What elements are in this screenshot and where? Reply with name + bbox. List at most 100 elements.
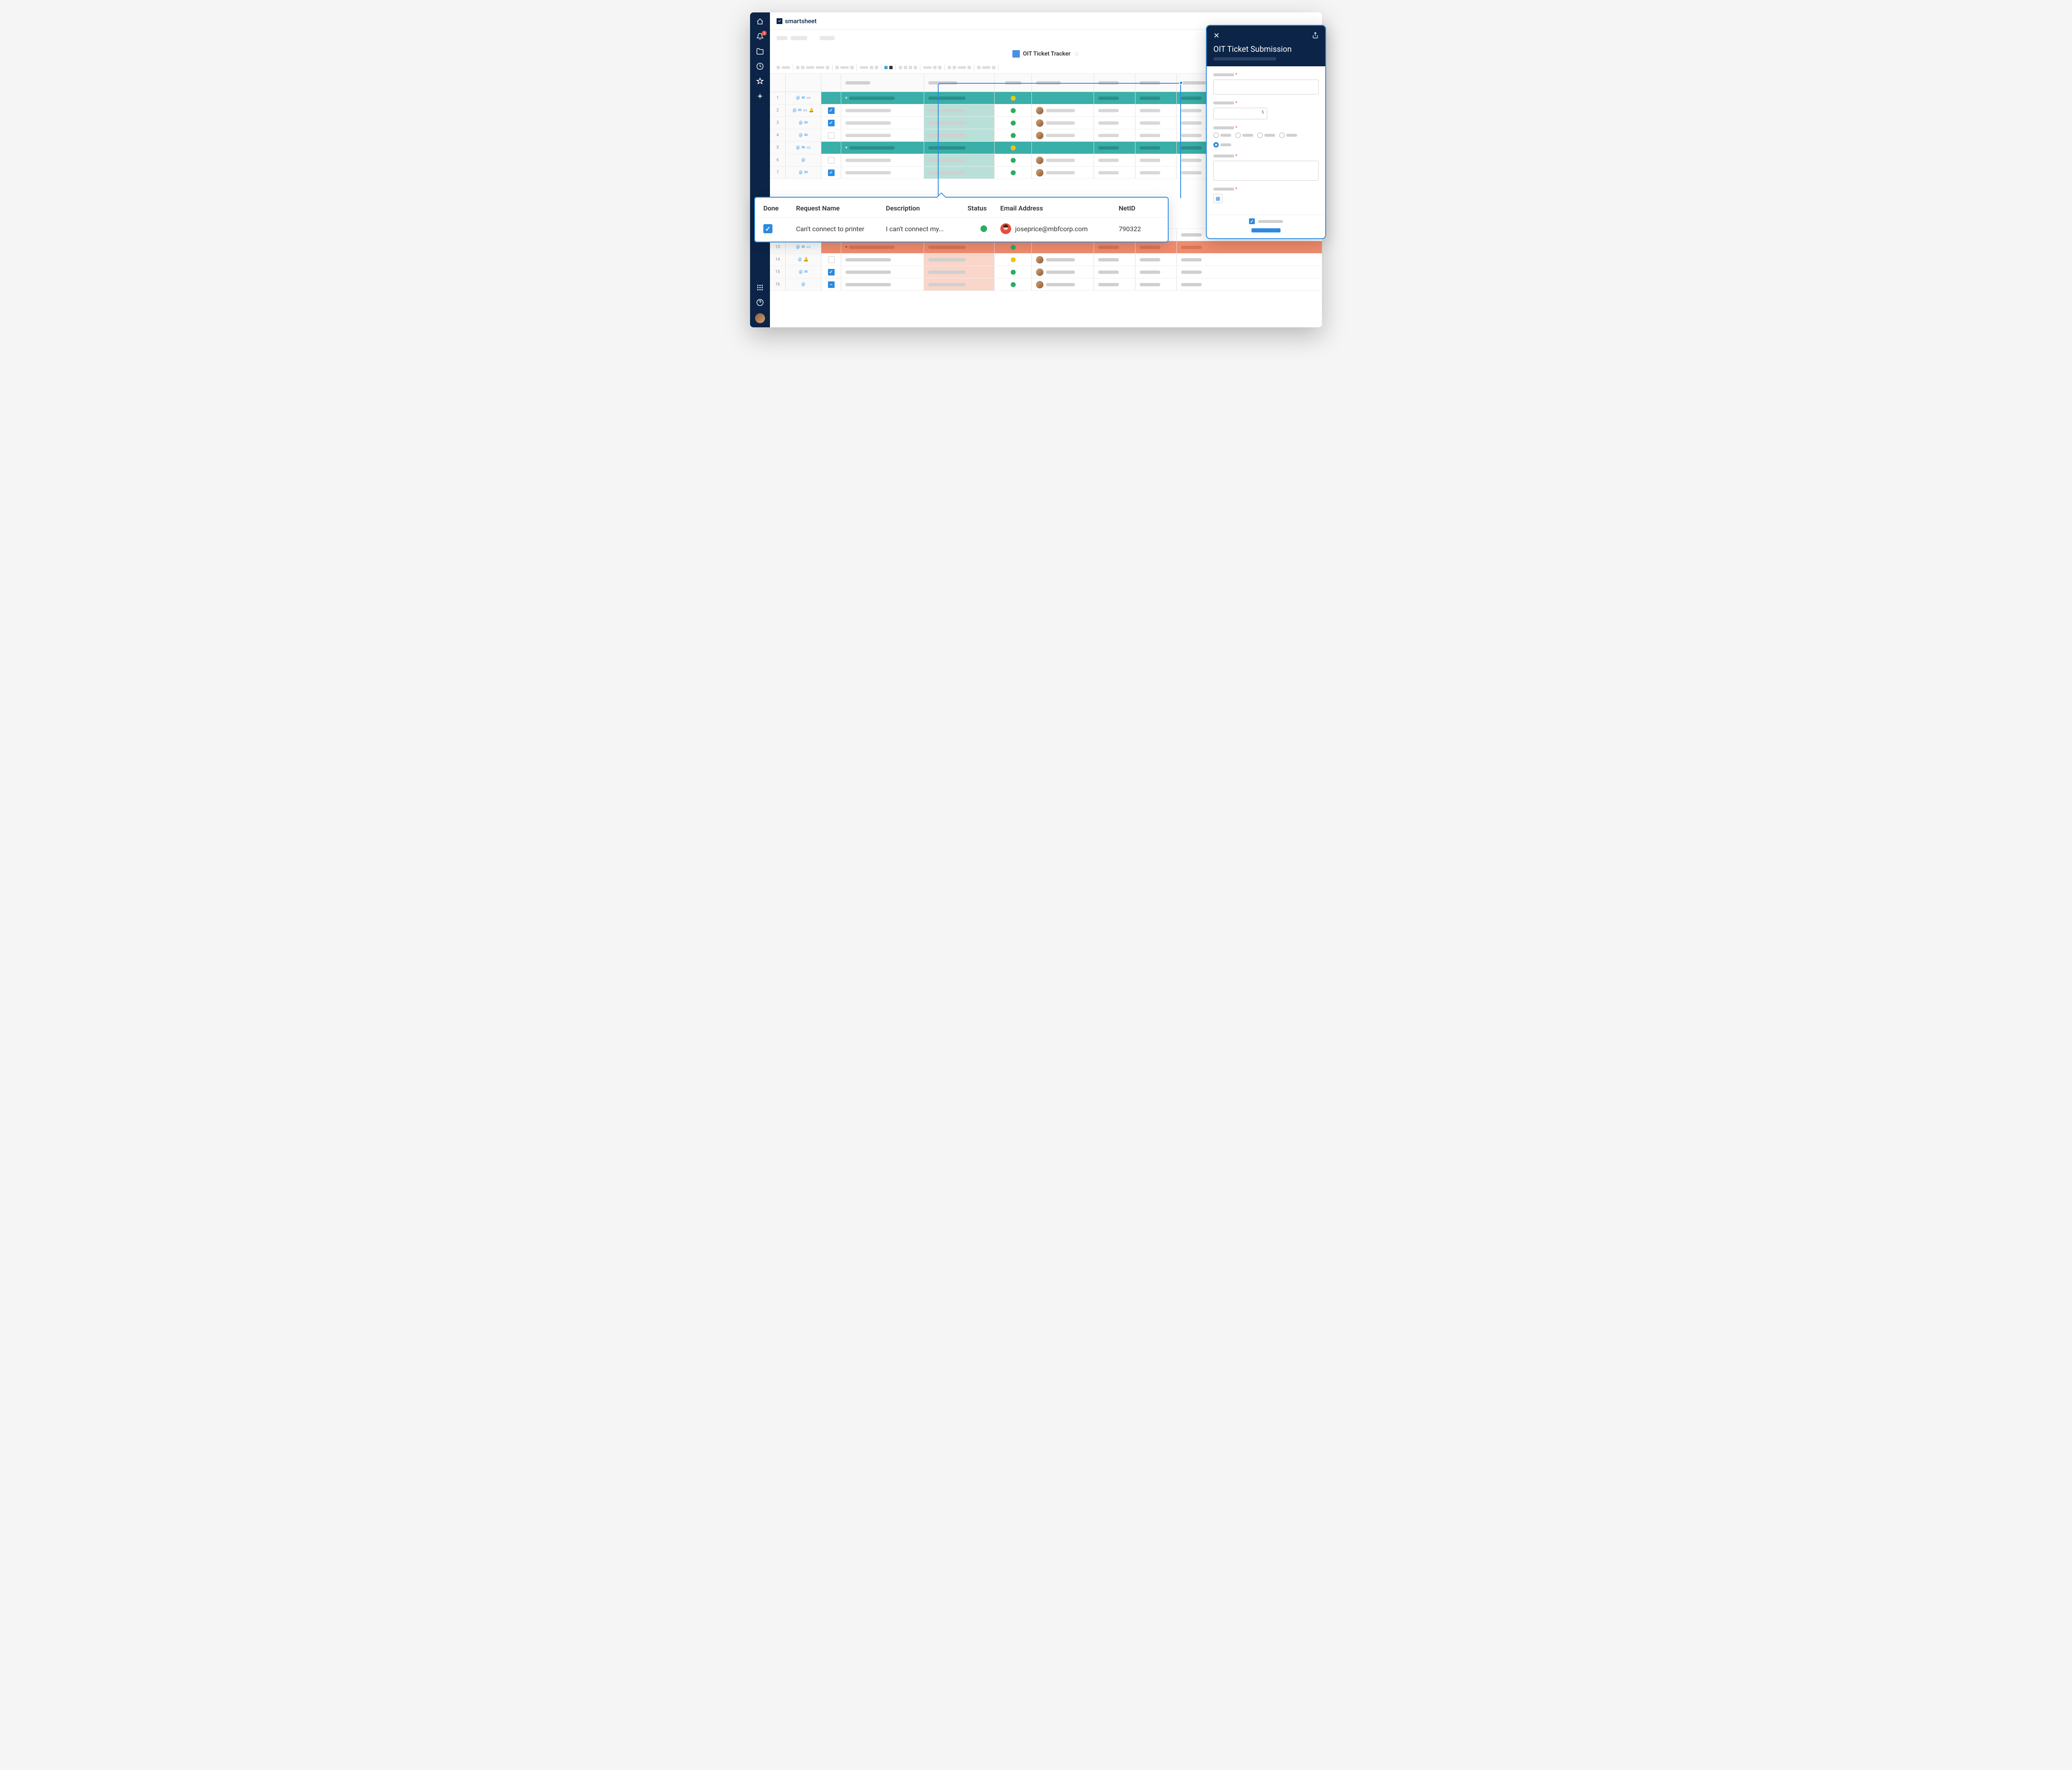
radio-option[interactable] bbox=[1235, 133, 1253, 138]
textarea-input[interactable] bbox=[1213, 161, 1319, 181]
detail-row: ✓ Can't connect to printer I can't conne… bbox=[755, 217, 1168, 242]
row-indicators: @✉ bbox=[786, 167, 821, 179]
done-cell[interactable] bbox=[821, 254, 841, 266]
row-detail-popup: Done Request Name Description Status Ema… bbox=[754, 197, 1169, 242]
row-indicators: @✉▭ bbox=[786, 92, 821, 104]
folder-icon[interactable] bbox=[756, 47, 764, 56]
row-number: 4 bbox=[770, 129, 786, 141]
col-netid-header: NetID bbox=[1118, 204, 1159, 212]
user-avatar[interactable] bbox=[755, 313, 765, 323]
detail-header: Done Request Name Description Status Ema… bbox=[755, 198, 1168, 217]
form-popup: ✕ OIT Ticket Submission * * * bbox=[1206, 25, 1326, 239]
notifications-icon[interactable]: 3 bbox=[756, 32, 764, 41]
share-icon[interactable] bbox=[1312, 32, 1319, 40]
done-cell[interactable] bbox=[821, 266, 841, 278]
col-desc-header: Description bbox=[886, 204, 968, 212]
row-indicators: @🔔 bbox=[786, 254, 821, 266]
done-checkbox[interactable]: ✓ bbox=[763, 224, 772, 233]
status-indicator bbox=[1011, 245, 1016, 250]
status-indicator bbox=[1011, 145, 1016, 150]
status-indicator bbox=[1011, 96, 1016, 101]
col-status-header: Status bbox=[968, 204, 1000, 212]
app-name: smartsheet bbox=[785, 17, 817, 25]
contact-avatar bbox=[1000, 223, 1011, 234]
done-cell[interactable] bbox=[821, 129, 841, 141]
form-field-select: * bbox=[1213, 100, 1319, 119]
done-cell[interactable] bbox=[821, 117, 841, 129]
row-indicators: @✉▭🔔 bbox=[786, 104, 821, 116]
recents-icon[interactable] bbox=[756, 62, 764, 70]
radio-option[interactable] bbox=[1257, 133, 1275, 138]
calendar-icon[interactable]: ▦ bbox=[1213, 194, 1222, 203]
grid-row[interactable]: 16@ bbox=[770, 278, 1322, 291]
form-title: OIT Ticket Submission bbox=[1213, 44, 1319, 54]
form-field-date: * ▦ bbox=[1213, 186, 1319, 203]
text-input[interactable] bbox=[1213, 80, 1319, 94]
done-cell[interactable] bbox=[821, 241, 841, 253]
status-indicator bbox=[1011, 282, 1016, 287]
favorites-icon[interactable] bbox=[756, 77, 764, 85]
radio-option[interactable] bbox=[1279, 133, 1297, 138]
home-icon[interactable] bbox=[756, 17, 764, 26]
grid-row[interactable]: 13@✉▭▾ bbox=[770, 241, 1322, 254]
row-indicators: @✉ bbox=[786, 266, 821, 278]
done-cell[interactable] bbox=[821, 104, 841, 116]
row-indicators: @✉▭ bbox=[786, 241, 821, 253]
row-number: 1 bbox=[770, 92, 786, 104]
status-indicator bbox=[1011, 270, 1016, 275]
connector-dot bbox=[1179, 81, 1183, 85]
done-cell[interactable] bbox=[821, 167, 841, 179]
app-window: 3 smartsheet OIT Ticket Tracker ☆ bbox=[750, 12, 1322, 327]
status-indicator bbox=[1011, 257, 1016, 262]
apps-icon[interactable] bbox=[756, 283, 764, 292]
done-cell[interactable] bbox=[821, 142, 841, 154]
row-number: 15 bbox=[770, 266, 786, 278]
row-indicators: @ bbox=[786, 278, 821, 290]
request-name-value: Can't connect to printer bbox=[796, 225, 886, 233]
form-body: * * * * * bbox=[1207, 66, 1325, 215]
row-number: 2 bbox=[770, 104, 786, 116]
done-cell[interactable] bbox=[821, 278, 841, 290]
grid-row[interactable]: 15@✉ bbox=[770, 266, 1322, 278]
close-icon[interactable]: ✕ bbox=[1213, 31, 1220, 40]
form-field-textarea: * bbox=[1213, 153, 1319, 181]
status-indicator bbox=[1011, 108, 1016, 113]
netid-value: 790322 bbox=[1118, 225, 1159, 233]
select-input[interactable] bbox=[1213, 108, 1267, 119]
row-indicators: @ bbox=[786, 154, 821, 166]
grid-row[interactable]: 14@🔔 bbox=[770, 254, 1322, 266]
form-field-text: * bbox=[1213, 72, 1319, 94]
col-email-header: Email Address bbox=[1000, 204, 1119, 212]
email-value: joseprice@mbfcorp.com bbox=[1015, 225, 1088, 233]
row-number: 14 bbox=[770, 254, 786, 266]
status-indicator bbox=[1011, 133, 1016, 138]
left-sidebar: 3 bbox=[750, 12, 770, 327]
footer-checkbox[interactable] bbox=[1249, 218, 1255, 224]
add-icon[interactable] bbox=[756, 92, 764, 100]
sheet-title: OIT Ticket Tracker bbox=[1023, 51, 1071, 57]
done-cell[interactable] bbox=[821, 154, 841, 166]
row-number: 5 bbox=[770, 142, 786, 154]
form-footer bbox=[1207, 215, 1325, 238]
description-value: I can't connect my... bbox=[886, 225, 968, 233]
radio-option[interactable] bbox=[1213, 133, 1231, 138]
status-indicator bbox=[1011, 170, 1016, 175]
row-number: 13 bbox=[770, 241, 786, 253]
submit-button[interactable] bbox=[1251, 228, 1280, 232]
favorite-star-icon[interactable]: ☆ bbox=[1074, 50, 1080, 58]
row-number: 16 bbox=[770, 278, 786, 290]
row-number: 7 bbox=[770, 167, 786, 179]
help-icon[interactable] bbox=[756, 298, 764, 307]
row-indicators: @✉ bbox=[786, 117, 821, 129]
status-indicator bbox=[1011, 158, 1016, 163]
row-number: 3 bbox=[770, 117, 786, 129]
form-header: ✕ OIT Ticket Submission bbox=[1207, 26, 1325, 66]
sheet-icon bbox=[1012, 50, 1020, 58]
done-cell[interactable] bbox=[821, 92, 841, 104]
app-logo[interactable]: smartsheet bbox=[777, 17, 817, 25]
radio-option-selected[interactable] bbox=[1213, 142, 1231, 148]
status-dot bbox=[980, 225, 987, 232]
row-indicators: @✉▭ bbox=[786, 142, 821, 154]
notification-badge: 3 bbox=[762, 31, 767, 36]
row-number: 6 bbox=[770, 154, 786, 166]
